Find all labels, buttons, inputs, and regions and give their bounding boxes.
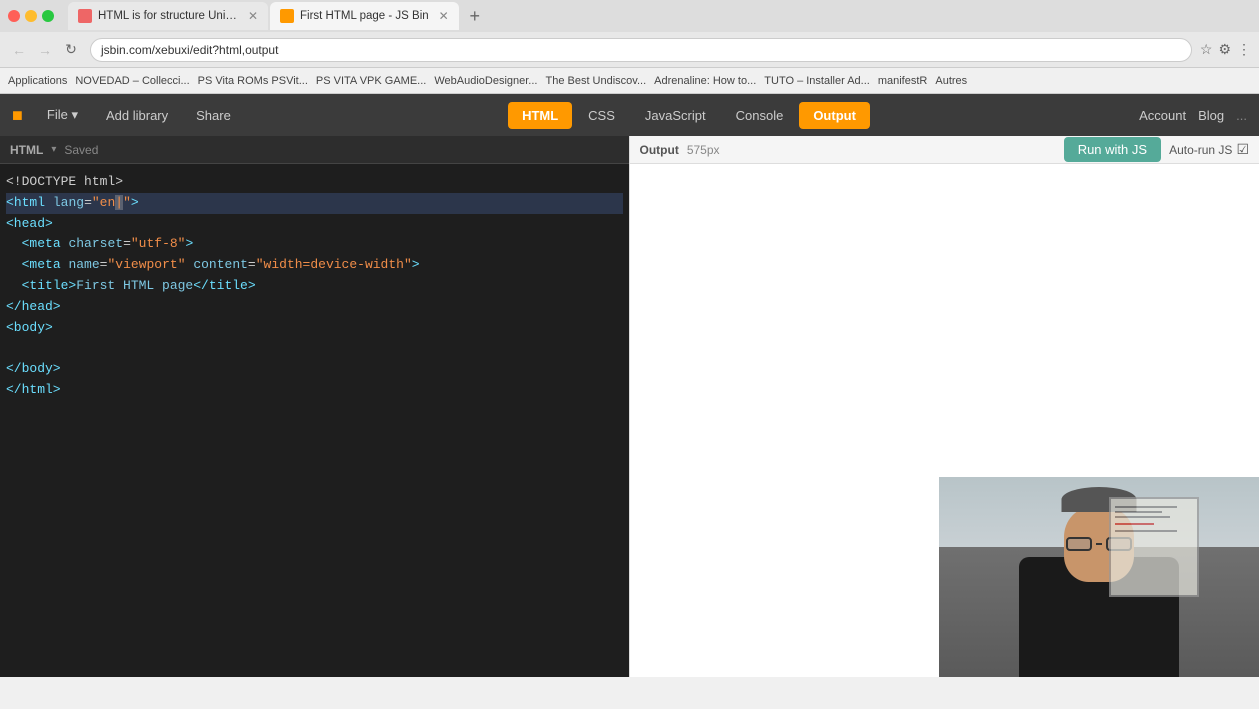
address-bar: ← → ↻ jsbin.com/xebuxi/edit?html,output … [0, 32, 1259, 68]
back-button[interactable]: ← [8, 39, 30, 61]
tab-console[interactable]: Console [722, 102, 798, 129]
tab-javascript-label: JavaScript [645, 108, 706, 123]
toolbar-right: Account Blog ... [1139, 108, 1247, 123]
bookmarks-bar: Applications NOVEDAD – Collecci... PS Vi… [0, 68, 1259, 94]
title-bar: HTML is for structure Unit | Ja... ✕ Fir… [0, 0, 1259, 32]
browser-actions: ☆ ⚙ ⋮ [1200, 41, 1251, 58]
code-line-7: </head> [6, 297, 623, 318]
code-line-9 [6, 338, 623, 359]
saved-badge: Saved [64, 143, 98, 157]
traffic-lights [8, 10, 54, 22]
extensions-icon[interactable]: ⚙ [1218, 41, 1231, 58]
output-panel-title: Output [640, 143, 679, 157]
file-label: File [47, 107, 68, 122]
close-window-button[interactable] [8, 10, 20, 22]
bookmark-novedad[interactable]: NOVEDAD – Collecci... [75, 75, 189, 87]
video-overlay [939, 477, 1259, 677]
auto-run-toggle[interactable]: Auto-run JS ☑ [1169, 141, 1249, 158]
panel-tabs: HTML CSS JavaScript Console Output [508, 102, 870, 129]
browser-tabs: HTML is for structure Unit | Ja... ✕ Fir… [60, 2, 1251, 30]
code-line-11: </html> [6, 380, 623, 401]
bookmark-psvita-vpk[interactable]: PS VITA VPK GAME... [316, 75, 426, 87]
browser-chrome: HTML is for structure Unit | Ja... ✕ Fir… [0, 0, 1259, 94]
jsbin-app: ■ File ▾ Add library Share HTML CSS Java… [0, 94, 1259, 677]
code-panel-dropdown-icon[interactable]: ▾ [51, 144, 56, 155]
account-link[interactable]: Account [1139, 108, 1186, 123]
code-editor[interactable]: <!DOCTYPE html> <html lang="en|"> <head>… [0, 164, 629, 677]
jsbin-toolbar: ■ File ▾ Add library Share HTML CSS Java… [0, 94, 1259, 136]
tab-console-label: Console [736, 108, 784, 123]
bookmark-icon[interactable]: ☆ [1200, 41, 1213, 58]
run-with-js-button[interactable]: Run with JS [1064, 137, 1161, 162]
tab-label-1: HTML is for structure Unit | Ja... [98, 10, 238, 22]
bookmark-webaudio[interactable]: WebAudioDesigner... [434, 75, 537, 87]
url-bar[interactable]: jsbin.com/xebuxi/edit?html,output [90, 38, 1192, 62]
minimize-window-button[interactable] [25, 10, 37, 22]
bookmark-best-undiscov[interactable]: The Best Undiscov... [545, 75, 646, 87]
bookmark-autres[interactable]: Autres [935, 75, 967, 87]
output-panel-size: 575px [687, 143, 720, 157]
tab-css-label: CSS [588, 108, 615, 123]
browser-tab-1[interactable]: HTML is for structure Unit | Ja... ✕ [68, 2, 268, 30]
nav-buttons: ← → ↻ [8, 39, 82, 61]
code-line-5: <meta name="viewport" content="width=dev… [6, 255, 623, 276]
output-panel: Output 575px Run with JS Auto-run JS ☑ [630, 136, 1259, 677]
output-panel-header: Output 575px Run with JS Auto-run JS ☑ [630, 136, 1259, 164]
code-line-3: <head> [6, 214, 623, 235]
blog-link[interactable]: Blog [1198, 108, 1224, 123]
code-line-2: <html lang="en|"> [6, 193, 623, 214]
tab-css[interactable]: CSS [574, 102, 629, 129]
tab-output-label: Output [813, 108, 856, 123]
code-line-6: <title>First HTML page</title> [6, 276, 623, 297]
share-button[interactable]: Share [188, 104, 239, 127]
output-actions: Run with JS Auto-run JS ☑ [1064, 137, 1249, 162]
menu-icon[interactable]: ⋮ [1237, 41, 1251, 58]
tab-icon-html [78, 9, 92, 23]
file-dropdown-icon: ▾ [71, 107, 78, 122]
bookmark-applications[interactable]: Applications [8, 75, 67, 87]
tab-html-label: HTML [522, 108, 558, 123]
file-menu-button[interactable]: File ▾ [39, 103, 86, 127]
jsbin-logo: ■ [12, 105, 23, 126]
tab-javascript[interactable]: JavaScript [631, 102, 720, 129]
code-line-8: <body> [6, 318, 623, 339]
code-line-1: <!DOCTYPE html> [6, 172, 623, 193]
webcam-video [939, 477, 1259, 677]
reload-button[interactable]: ↻ [60, 39, 82, 61]
code-line-10: </body> [6, 359, 623, 380]
add-library-button[interactable]: Add library [98, 104, 176, 127]
bookmark-adrenaline[interactable]: Adrenaline: How to... [654, 75, 756, 87]
forward-button[interactable]: → [34, 39, 56, 61]
tab-icon-jsbin [280, 9, 294, 23]
tab-close-1[interactable]: ✕ [248, 9, 258, 23]
bookmark-psvita-roms[interactable]: PS Vita ROMs PSVit... [198, 75, 308, 87]
auto-run-label: Auto-run JS [1169, 143, 1232, 157]
auto-run-checkbox-icon[interactable]: ☑ [1236, 141, 1249, 158]
tab-label-2: First HTML page - JS Bin [300, 10, 429, 22]
tab-close-2[interactable]: ✕ [439, 9, 449, 23]
editor-area: HTML ▾ Saved <!DOCTYPE html> <html lang=… [0, 136, 1259, 677]
maximize-window-button[interactable] [42, 10, 54, 22]
browser-tab-2[interactable]: First HTML page - JS Bin ✕ [270, 2, 459, 30]
code-panel-header: HTML ▾ Saved [0, 136, 629, 164]
url-text: jsbin.com/xebuxi/edit?html,output [101, 43, 278, 57]
output-content [630, 164, 1259, 677]
bookmark-tuto[interactable]: TUTO – Installer Ad... [764, 75, 870, 87]
code-panel: HTML ▾ Saved <!DOCTYPE html> <html lang=… [0, 136, 630, 677]
tab-html[interactable]: HTML [508, 102, 572, 129]
more-links-indicator: ... [1236, 108, 1247, 123]
code-line-4: <meta charset="utf-8"> [6, 234, 623, 255]
new-tab-button[interactable]: + [461, 2, 489, 30]
tab-output[interactable]: Output [799, 102, 870, 129]
code-panel-title: HTML [10, 143, 43, 157]
bookmark-manifestr[interactable]: manifestR [878, 75, 928, 87]
